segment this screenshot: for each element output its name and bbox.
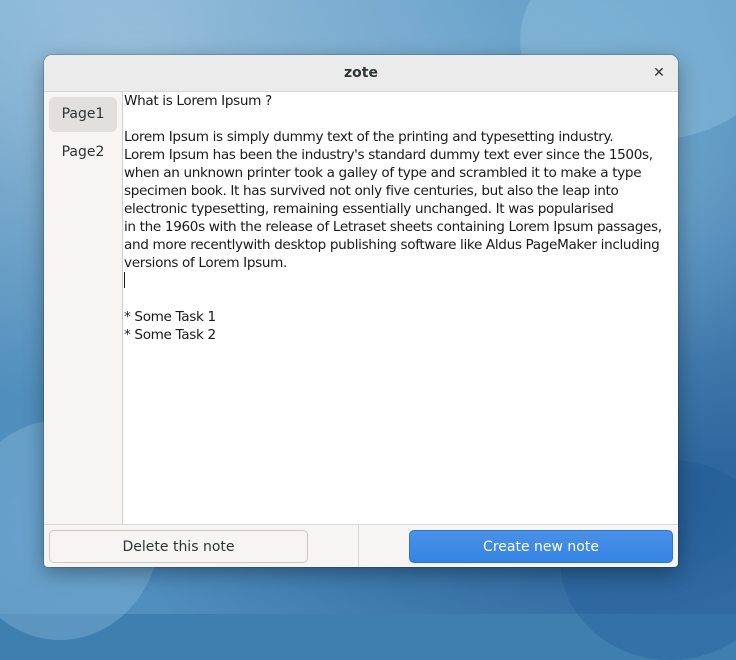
note-text-area[interactable]: What is Lorem Ipsum ? Lorem Ipsum is simp…: [124, 92, 674, 344]
note-editor[interactable]: What is Lorem Ipsum ? Lorem Ipsum is simp…: [124, 92, 678, 524]
close-button[interactable]: ✕: [648, 62, 670, 84]
window-title: zote: [344, 65, 378, 81]
sidebar-item-label: Page2: [61, 144, 105, 160]
action-bar: Delete this note Create new note: [44, 524, 678, 567]
sidebar-item-page2[interactable]: Page2: [49, 135, 117, 170]
note-heading: What is Lorem Ipsum ?: [124, 93, 272, 109]
close-icon: ✕: [653, 65, 665, 81]
task-item: * Some Task 1: [124, 309, 216, 325]
paragraph-line: specimen book. It has survived not only …: [124, 183, 619, 199]
app-window: zote ✕ Page1 Page2 What is Lorem Ipsum ?…: [44, 55, 678, 567]
delete-note-button[interactable]: Delete this note: [49, 530, 308, 563]
title-bar[interactable]: zote ✕: [44, 55, 678, 92]
text-caret: [124, 272, 125, 288]
sidebar-item-label: Page1: [61, 106, 105, 122]
paragraph-line: electronic typesetting, remaining essent…: [124, 201, 614, 217]
create-note-button[interactable]: Create new note: [409, 530, 673, 563]
paragraph-line: and more recentlywith desktop publishing…: [124, 237, 660, 253]
action-bar-divider: [358, 525, 359, 567]
sidebar-item-page1[interactable]: Page1: [49, 97, 117, 132]
page-sidebar: Page1 Page2: [44, 92, 123, 524]
paragraph-line: Lorem Ipsum is simply dummy text of the …: [124, 129, 614, 145]
paragraph-line: in the 1960s with the release of Letrase…: [124, 219, 662, 235]
paragraph-line: when an unknown printer took a galley of…: [124, 165, 642, 181]
paragraph-line: Lorem Ipsum has been the industry's stan…: [124, 147, 653, 163]
paragraph-line: versions of Lorem Ipsum.: [124, 255, 287, 271]
task-item: * Some Task 2: [124, 327, 216, 343]
